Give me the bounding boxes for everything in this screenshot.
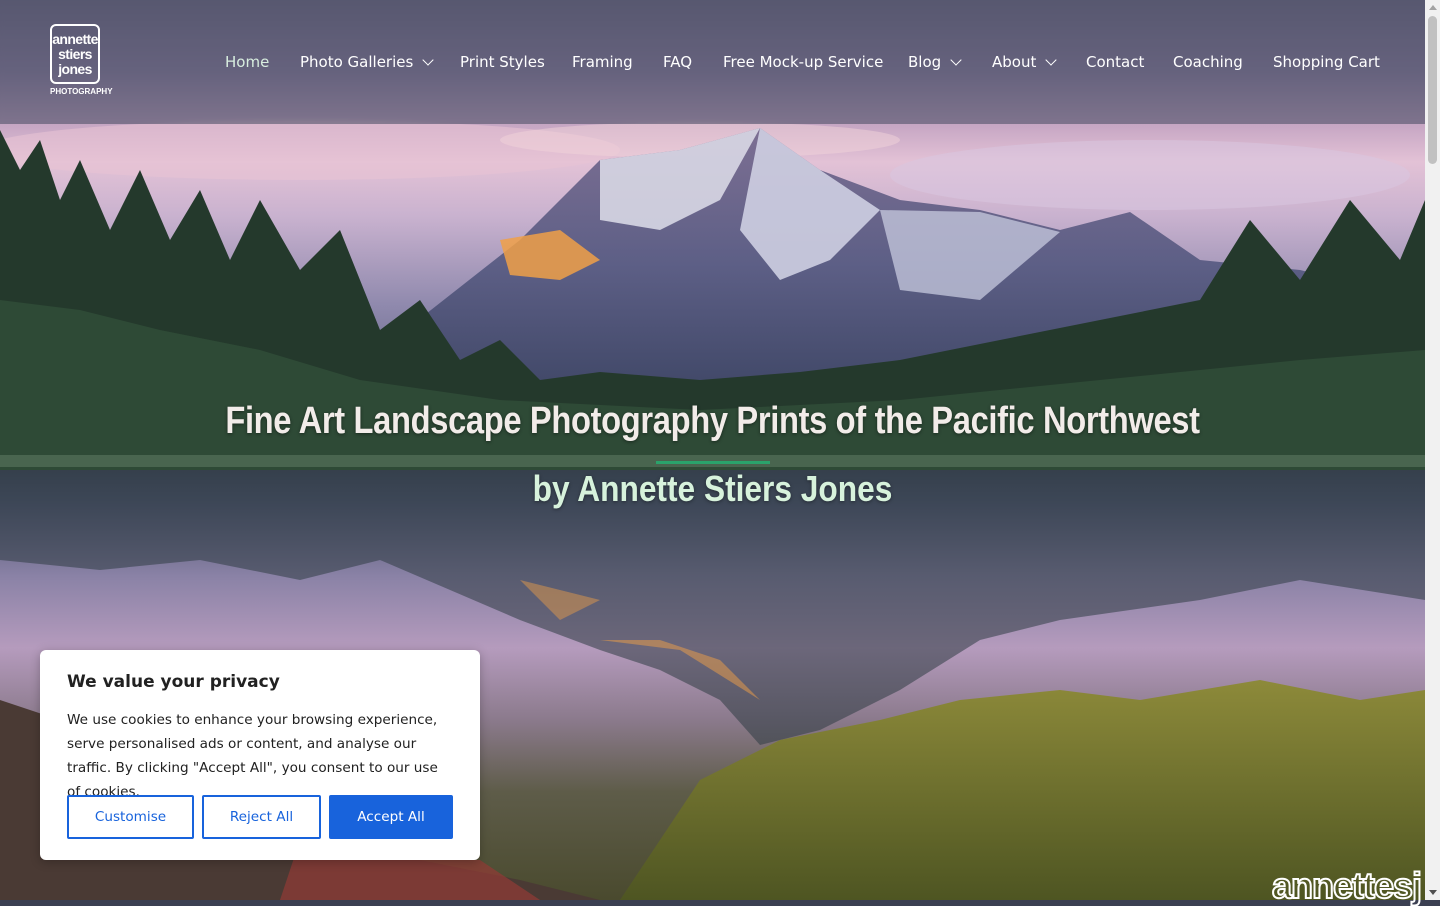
logo-line-3: jones	[58, 60, 92, 77]
nav-item-coaching[interactable]: Coaching	[1173, 50, 1243, 74]
logo-line-1: annette	[52, 30, 98, 47]
nav-label: About	[992, 53, 1037, 71]
chevron-down-icon	[950, 54, 962, 66]
nav-label: Framing	[572, 53, 633, 71]
logo-subtitle: PHOTOGRAPHY	[50, 87, 113, 96]
nav-item-blog[interactable]: Blog	[908, 50, 962, 74]
nav-item-contact[interactable]: Contact	[1086, 50, 1144, 74]
watermark-logo: annettesj	[1272, 866, 1422, 906]
scroll-up-arrow-icon[interactable]	[1429, 5, 1437, 10]
logo-mark: annette stiers jones	[50, 24, 100, 84]
nav-item-photo-galleries[interactable]: Photo Galleries	[300, 50, 434, 74]
customise-button[interactable]: Customise	[67, 795, 194, 839]
nav-label: Free Mock-up Service	[723, 53, 884, 71]
cookie-title: We value your privacy	[67, 672, 280, 692]
scroll-down-arrow-icon[interactable]	[1429, 890, 1437, 895]
nav-item-home[interactable]: Home	[225, 50, 269, 74]
accept-all-button[interactable]: Accept All	[329, 795, 453, 839]
site-header: annette stiers jones PHOTOGRAPHY Home Ph…	[0, 0, 1425, 124]
chevron-down-icon	[422, 54, 434, 66]
cookie-text: We use cookies to enhance your browsing …	[67, 712, 438, 800]
nav-label: Shopping Cart	[1273, 53, 1380, 71]
nav-label: Contact	[1086, 53, 1145, 71]
nav-label: Home	[225, 53, 270, 71]
nav-label: FAQ	[663, 53, 693, 71]
nav-item-framing[interactable]: Framing	[572, 50, 633, 74]
site-logo[interactable]: annette stiers jones PHOTOGRAPHY	[50, 24, 113, 100]
nav-label: Coaching	[1173, 53, 1243, 71]
nav-item-shopping-cart[interactable]: Shopping Cart	[1273, 50, 1380, 74]
hero-title: Fine Art Landscape Photography Prints of…	[225, 400, 1200, 442]
nav-item-about[interactable]: About	[992, 50, 1058, 74]
reject-all-button[interactable]: Reject All	[202, 795, 321, 839]
cookie-consent-banner: We value your privacy We use cookies to …	[40, 650, 480, 860]
nav-label: Photo Galleries	[300, 53, 414, 71]
nav-label: Blog	[908, 53, 942, 71]
title-divider	[656, 461, 770, 464]
page-scrollbar[interactable]	[1425, 0, 1440, 900]
chevron-down-icon	[1045, 54, 1058, 66]
scroll-thumb[interactable]	[1428, 16, 1437, 164]
nav-item-free-mockup[interactable]: Free Mock-up Service	[723, 50, 883, 74]
nav-item-print-styles[interactable]: Print Styles	[460, 50, 545, 74]
nav-item-faq[interactable]: FAQ	[663, 50, 692, 74]
nav-label: Print Styles	[460, 53, 545, 71]
logo-line-2: stiers	[58, 45, 92, 62]
hero-subtitle: by Annette Stiers Jones	[532, 468, 893, 509]
